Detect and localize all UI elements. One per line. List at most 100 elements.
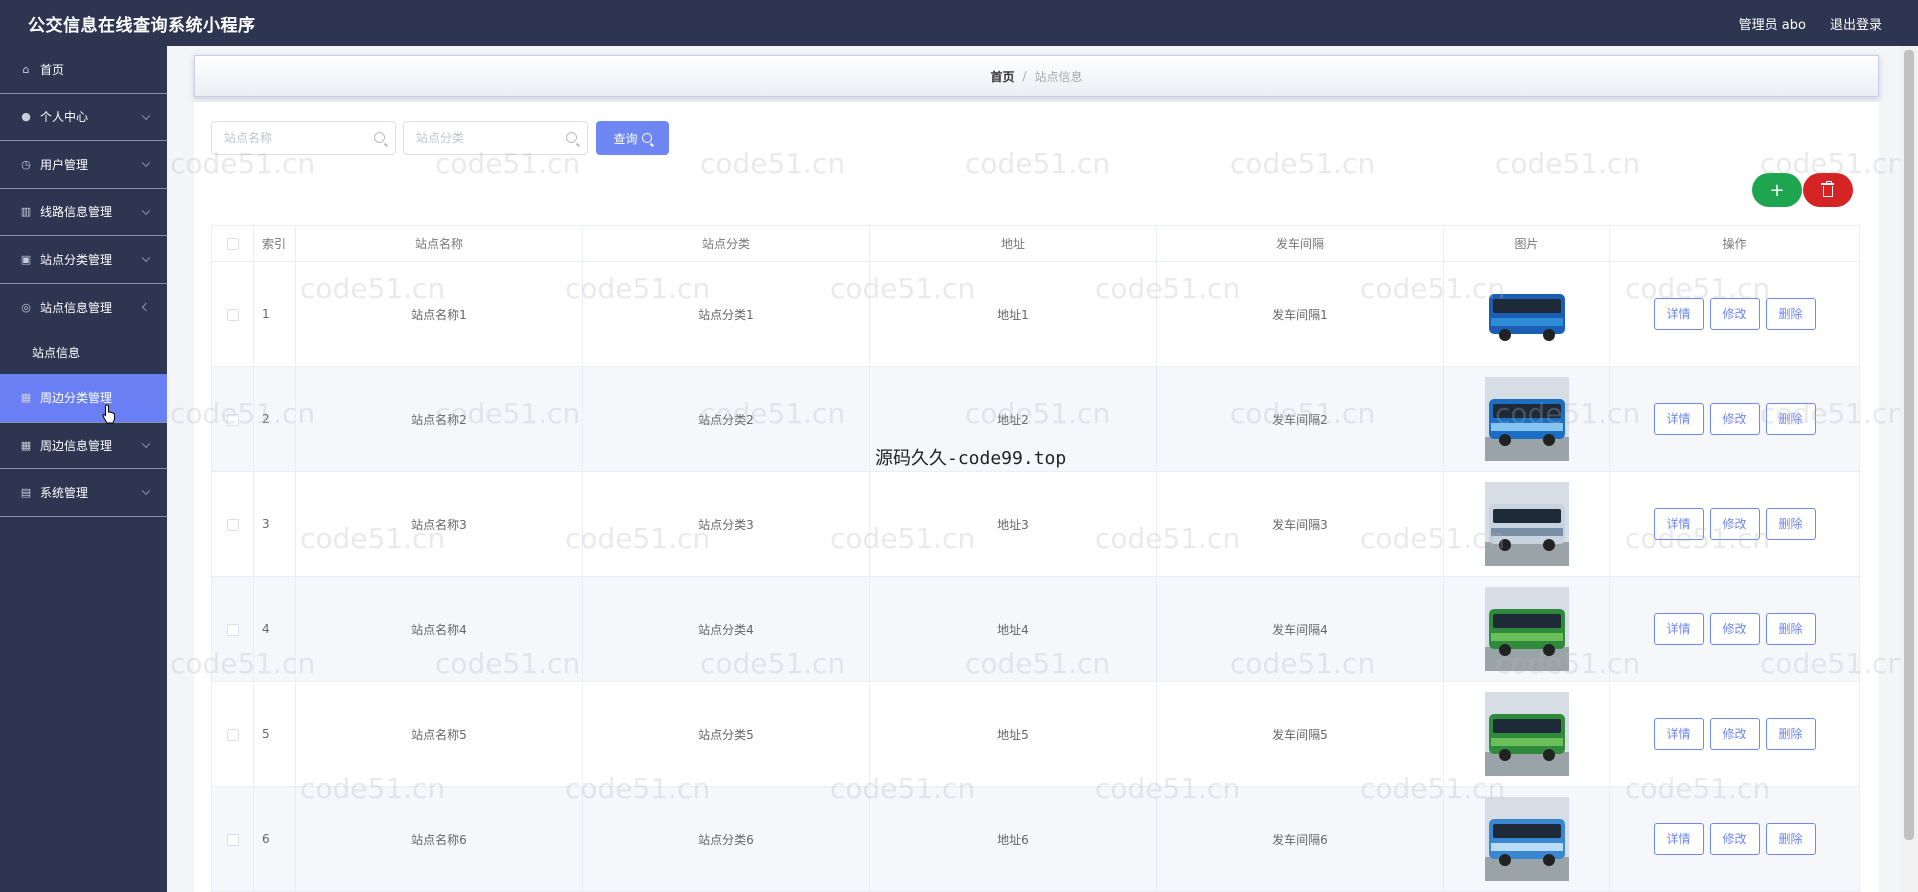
row-image-cell: [1443, 471, 1610, 577]
query-button-label: 查询: [613, 131, 638, 146]
bus-image[interactable]: [1484, 482, 1569, 566]
row-actions: 详情 修改 删除: [1609, 471, 1860, 577]
table-header-row: 索引 站点名称 站点分类 地址 发车间隔 图片 操作: [211, 225, 1860, 262]
add-button[interactable]: +: [1752, 173, 1802, 207]
scrollbar-thumb[interactable]: [1904, 50, 1914, 840]
table-body: 1 站点名称1 站点分类1 地址1 发车间隔1 详情 修改 删除 2 站点名称2 站点分类2 地址2 发…: [211, 261, 1860, 892]
sidebar-subitem-station-info[interactable]: 站点信息: [0, 331, 167, 374]
row-station-category: 站点分类3: [582, 471, 870, 577]
row-checkbox[interactable]: [226, 413, 239, 426]
row-station-category: 站点分类1: [582, 261, 870, 367]
chevron-down-icon: [141, 439, 151, 449]
row-select-cell: [211, 471, 254, 577]
row-address: 地址5: [869, 681, 1157, 787]
edit-button[interactable]: 修改: [1709, 403, 1760, 435]
station-category-input[interactable]: [416, 131, 556, 145]
sidebar-item-home[interactable]: ⌂ 首页: [0, 46, 167, 94]
row-select-cell: [211, 576, 254, 682]
bus-image[interactable]: [1484, 272, 1569, 356]
sidebar-item-label: 站点信息: [32, 346, 81, 360]
breadcrumb-current: 站点信息: [1034, 69, 1083, 84]
edit-button[interactable]: 修改: [1709, 823, 1760, 855]
query-button[interactable]: 查询: [596, 121, 669, 155]
station-category-search[interactable]: [403, 121, 588, 155]
row-index: 3: [253, 471, 296, 577]
detail-button[interactable]: 详情: [1653, 718, 1704, 750]
detail-button[interactable]: 详情: [1653, 823, 1704, 855]
clipboard-icon: ▣: [20, 252, 32, 266]
sidebar-item-label: 用户管理: [40, 157, 89, 172]
breadcrumb-home[interactable]: 首页: [990, 68, 1014, 85]
grid-icon: ▦: [20, 391, 32, 405]
bus-image[interactable]: [1484, 377, 1569, 461]
row-select-cell: [211, 366, 254, 472]
edit-button[interactable]: 修改: [1709, 613, 1760, 645]
batch-delete-button[interactable]: [1803, 173, 1853, 207]
edit-button[interactable]: 修改: [1709, 298, 1760, 330]
home-icon: ⌂: [22, 62, 30, 76]
detail-button[interactable]: 详情: [1653, 508, 1704, 540]
clock-icon: ◷: [21, 157, 31, 171]
row-checkbox[interactable]: [226, 518, 239, 531]
edit-button[interactable]: 修改: [1709, 718, 1760, 750]
row-image-cell: [1443, 261, 1610, 367]
detail-button[interactable]: 详情: [1653, 403, 1704, 435]
sidebar-item-label: 站点分类管理: [40, 252, 113, 267]
row-interval: 发车间隔4: [1156, 576, 1444, 682]
row-checkbox[interactable]: [226, 833, 239, 846]
row-index: 4: [253, 576, 296, 682]
table-row: 4 站点名称4 站点分类4 地址4 发车间隔4 详情 修改 删除: [211, 576, 1860, 682]
row-actions: 详情 修改 删除: [1609, 576, 1860, 682]
sidebar-item-nearby-info[interactable]: ▦ 周边信息管理: [0, 421, 167, 469]
bus-image[interactable]: [1484, 797, 1569, 881]
sidebar-item-label: 系统管理: [40, 485, 89, 500]
column-header-image: 图片: [1443, 225, 1610, 262]
sidebar-item-user-management[interactable]: ◷ 用户管理: [0, 141, 167, 189]
delete-button[interactable]: 删除: [1765, 508, 1816, 540]
detail-button[interactable]: 详情: [1653, 298, 1704, 330]
sidebar-item-system-management[interactable]: ▤ 系统管理: [0, 469, 167, 517]
page-scrollbar[interactable]: [1900, 46, 1918, 892]
row-address: 地址4: [869, 576, 1157, 682]
bus-image[interactable]: [1484, 587, 1569, 671]
select-all-checkbox[interactable]: [226, 238, 239, 250]
edit-button[interactable]: 修改: [1709, 508, 1760, 540]
row-checkbox[interactable]: [226, 728, 239, 741]
row-checkbox[interactable]: [226, 623, 239, 636]
delete-button[interactable]: 删除: [1765, 823, 1816, 855]
row-interval: 发车间隔3: [1156, 471, 1444, 577]
station-name-input[interactable]: [224, 131, 364, 145]
sidebar-item-route-management[interactable]: ▥ 线路信息管理: [0, 189, 167, 236]
delete-button[interactable]: 删除: [1765, 298, 1816, 330]
logout-link[interactable]: 退出登录: [1830, 14, 1882, 33]
chevron-up-icon: [141, 303, 151, 312]
sidebar-item-nearby-category[interactable]: ▦ 周边分类管理: [0, 374, 167, 422]
sidebar-item-personal-center[interactable]: ● 个人中心: [0, 94, 167, 141]
delete-button[interactable]: 删除: [1765, 718, 1816, 750]
sidebar-item-label: 站点信息管理: [40, 300, 113, 315]
row-select-cell: [211, 261, 254, 367]
delete-button[interactable]: 删除: [1765, 403, 1816, 435]
row-station-name: 站点名称5: [295, 681, 583, 787]
top-right-actions: 管理员 abo 退出登录: [1739, 14, 1882, 33]
table-row: 1 站点名称1 站点分类1 地址1 发车间隔1 详情 修改 删除: [211, 261, 1860, 367]
table-row: 2 站点名称2 站点分类2 地址2 发车间隔2 详情 修改 删除: [211, 366, 1860, 472]
row-select-cell: [211, 786, 254, 892]
column-header-address: 地址: [869, 225, 1157, 262]
row-interval: 发车间隔2: [1156, 366, 1444, 472]
plus-icon: +: [1769, 179, 1785, 201]
table-row: 3 站点名称3 站点分类3 地址3 发车间隔3 详情 修改 删除: [211, 471, 1860, 577]
detail-button[interactable]: 详情: [1653, 613, 1704, 645]
row-image-cell: [1443, 366, 1610, 472]
sidebar-item-station-info-management[interactable]: ◎ 站点信息管理: [0, 284, 167, 332]
trash-icon: [1821, 181, 1834, 197]
bus-image[interactable]: [1484, 692, 1569, 776]
column-header-category: 站点分类: [582, 225, 870, 262]
row-address: 地址3: [869, 471, 1157, 577]
row-checkbox[interactable]: [226, 308, 239, 321]
delete-button[interactable]: 删除: [1765, 613, 1816, 645]
sidebar-item-station-category[interactable]: ▣ 站点分类管理: [0, 236, 167, 284]
row-address: 地址2: [869, 366, 1157, 472]
row-image-cell: [1443, 681, 1610, 787]
station-name-search[interactable]: [211, 121, 396, 155]
